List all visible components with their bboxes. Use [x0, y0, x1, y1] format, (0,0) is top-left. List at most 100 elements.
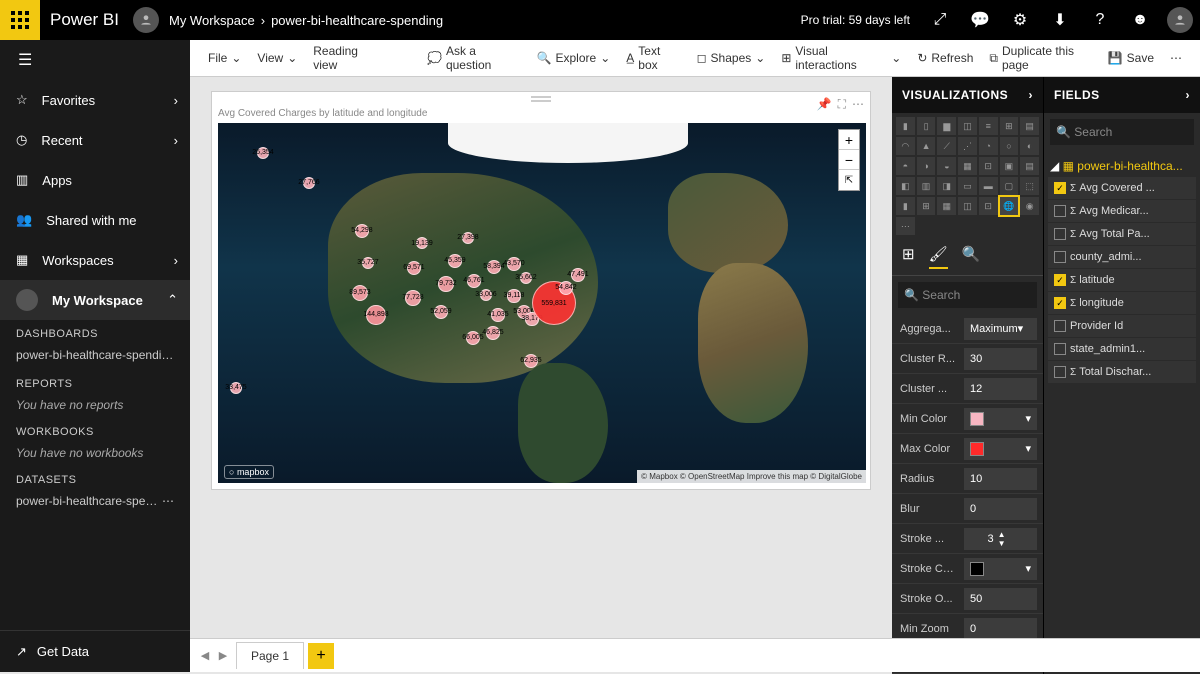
- prop-value[interactable]: ▾: [964, 408, 1037, 430]
- textbox-button[interactable]: A̲Text box: [618, 40, 688, 76]
- viz-type-tile[interactable]: ◫: [958, 197, 977, 215]
- analytics-tab[interactable]: 🔍: [962, 245, 981, 269]
- pin-icon[interactable]: 📌: [817, 97, 832, 112]
- tab-next-button[interactable]: ▶: [214, 649, 232, 662]
- fields-search[interactable]: 🔍 Search: [1050, 119, 1194, 145]
- viz-type-tile[interactable]: ▦: [937, 197, 956, 215]
- viz-more-button[interactable]: ⋯: [896, 217, 915, 235]
- map-bubble[interactable]: 79,732: [438, 276, 454, 292]
- viz-type-tile[interactable]: ⊡: [979, 197, 998, 215]
- field-item[interactable]: ✓Σlongitude: [1048, 292, 1196, 314]
- viz-type-tile[interactable]: ◐: [1020, 137, 1039, 155]
- viz-type-tile[interactable]: ⊡: [979, 157, 998, 175]
- viz-type-tile[interactable]: ◉: [1020, 197, 1039, 215]
- tab-prev-button[interactable]: ◀: [196, 649, 214, 662]
- report-page[interactable]: 📌 ⛶ ⋯ Avg Covered Charges by latitude an…: [211, 91, 871, 490]
- file-menu[interactable]: File ⌄: [200, 47, 249, 69]
- viz-type-tile[interactable]: ▣: [1000, 157, 1019, 175]
- prop-value[interactable]: 0: [964, 498, 1037, 520]
- dataset-item[interactable]: power-bi-healthcare-spending⋯: [0, 490, 190, 516]
- more-icon[interactable]: ⋯: [852, 97, 864, 112]
- viz-type-tile[interactable]: ▤: [1020, 157, 1039, 175]
- viz-type-tile[interactable]: ⋰: [958, 137, 977, 155]
- nav-apps[interactable]: ▥Apps: [0, 160, 190, 200]
- viz-type-tile[interactable]: ≡: [979, 117, 998, 135]
- breadcrumb-leaf[interactable]: power-bi-healthcare-spending: [271, 13, 443, 28]
- field-item[interactable]: ✓ΣAvg Covered ...: [1048, 177, 1196, 199]
- checkbox[interactable]: [1054, 205, 1066, 217]
- map-bubble[interactable]: 54,842: [559, 281, 573, 295]
- refresh-button[interactable]: ↻Refresh: [909, 40, 981, 76]
- checkbox[interactable]: [1054, 343, 1066, 355]
- prop-value[interactable]: 12: [964, 378, 1037, 400]
- prop-value[interactable]: 0: [964, 618, 1037, 640]
- save-button[interactable]: 💾Save: [1100, 40, 1162, 76]
- more-icon[interactable]: ⋯: [162, 494, 174, 508]
- page-tab[interactable]: Page 1: [236, 642, 304, 669]
- breadcrumb-root[interactable]: My Workspace: [169, 13, 255, 28]
- chevron-right-icon[interactable]: ›: [1186, 88, 1191, 102]
- field-item[interactable]: ΣAvg Total Pa...: [1048, 223, 1196, 245]
- nav-workspaces[interactable]: ▦Workspaces›: [0, 240, 190, 280]
- nav-my-workspace[interactable]: My Workspace⌃: [0, 280, 190, 320]
- viz-type-tile[interactable]: ◒: [937, 157, 956, 175]
- app-launcher-button[interactable]: [0, 0, 40, 40]
- viz-type-tile[interactable]: ▯: [917, 117, 936, 135]
- field-item[interactable]: ΣAvg Medicar...: [1048, 200, 1196, 222]
- map-bubble[interactable]: 43,570: [507, 257, 520, 270]
- viz-type-tile[interactable]: ▥: [917, 177, 936, 195]
- checkbox[interactable]: [1054, 366, 1066, 378]
- nav-recent[interactable]: ◷Recent›: [0, 120, 190, 160]
- map-bubble[interactable]: 45,359: [448, 254, 462, 268]
- viz-type-tile[interactable]: ▤: [1020, 117, 1039, 135]
- field-item[interactable]: Provider Id: [1048, 315, 1196, 337]
- more-menu[interactable]: ⋯: [1162, 40, 1190, 76]
- field-item[interactable]: ✓Σlatitude: [1048, 269, 1196, 291]
- viz-type-tile[interactable]: ▢: [1000, 177, 1019, 195]
- field-item[interactable]: county_admi...: [1048, 246, 1196, 268]
- viz-type-tile[interactable]: ▲: [917, 137, 936, 155]
- checkbox[interactable]: [1054, 251, 1066, 263]
- map-visual[interactable]: 26,35427,76654,29835,72789,573144,89877,…: [218, 123, 866, 483]
- settings-button[interactable]: ⚙: [1000, 0, 1040, 40]
- zoom-reset-button[interactable]: ⇱: [839, 170, 859, 190]
- map-bubble[interactable]: 33,475: [230, 382, 243, 395]
- map-bubble[interactable]: 46,825: [486, 326, 500, 340]
- viz-type-tile[interactable]: ▦: [958, 157, 977, 175]
- viz-type-tile[interactable]: 🌐: [1000, 197, 1019, 215]
- get-data-button[interactable]: ↗Get Data: [0, 630, 190, 672]
- add-page-button[interactable]: +: [308, 643, 334, 669]
- map-bubble[interactable]: 41,035: [491, 308, 504, 321]
- nav-favorites[interactable]: ☆Favorites›: [0, 80, 190, 120]
- visual-interactions-menu[interactable]: ⊞Visual interactions ⌄: [773, 40, 909, 76]
- help-button[interactable]: ?: [1080, 0, 1120, 40]
- checkbox[interactable]: ✓: [1054, 274, 1066, 286]
- ask-question-button[interactable]: 💭Ask a question: [419, 40, 529, 76]
- view-menu[interactable]: View ⌄: [249, 47, 305, 69]
- reading-view-button[interactable]: Reading view: [305, 40, 390, 76]
- viz-type-tile[interactable]: ◓: [896, 157, 915, 175]
- prop-value[interactable]: 30: [964, 348, 1037, 370]
- viz-type-tile[interactable]: ▮: [896, 117, 915, 135]
- duplicate-page-button[interactable]: ⧉Duplicate this page: [981, 40, 1099, 76]
- viz-type-tile[interactable]: ⊞: [1000, 117, 1019, 135]
- format-search[interactable]: 🔍 Search: [898, 282, 1037, 308]
- explore-menu[interactable]: 🔍Explore ⌄: [529, 47, 619, 69]
- viz-type-tile[interactable]: ◔: [979, 137, 998, 155]
- viz-type-tile[interactable]: ⊞: [917, 197, 936, 215]
- prop-value[interactable]: 10: [964, 468, 1037, 490]
- viz-type-tile[interactable]: ⬚: [1020, 177, 1039, 195]
- field-item[interactable]: state_admin1...: [1048, 338, 1196, 360]
- zoom-in-button[interactable]: +: [839, 130, 859, 150]
- shapes-menu[interactable]: ◻Shapes ⌄: [689, 47, 774, 69]
- viz-type-tile[interactable]: ◫: [958, 117, 977, 135]
- nav-toggle-button[interactable]: ☰: [0, 40, 190, 80]
- prop-value[interactable]: 50: [964, 588, 1037, 610]
- zoom-out-button[interactable]: −: [839, 150, 859, 170]
- map-bubble[interactable]: 27,766: [303, 177, 316, 190]
- drag-handle-icon[interactable]: [531, 96, 551, 102]
- table-node[interactable]: ◢ ▦ power-bi-healthca...: [1048, 155, 1196, 177]
- fields-tab[interactable]: ⊞: [902, 245, 915, 269]
- fullscreen-button[interactable]: ⤢: [920, 0, 960, 40]
- chevron-right-icon[interactable]: ›: [1029, 88, 1034, 102]
